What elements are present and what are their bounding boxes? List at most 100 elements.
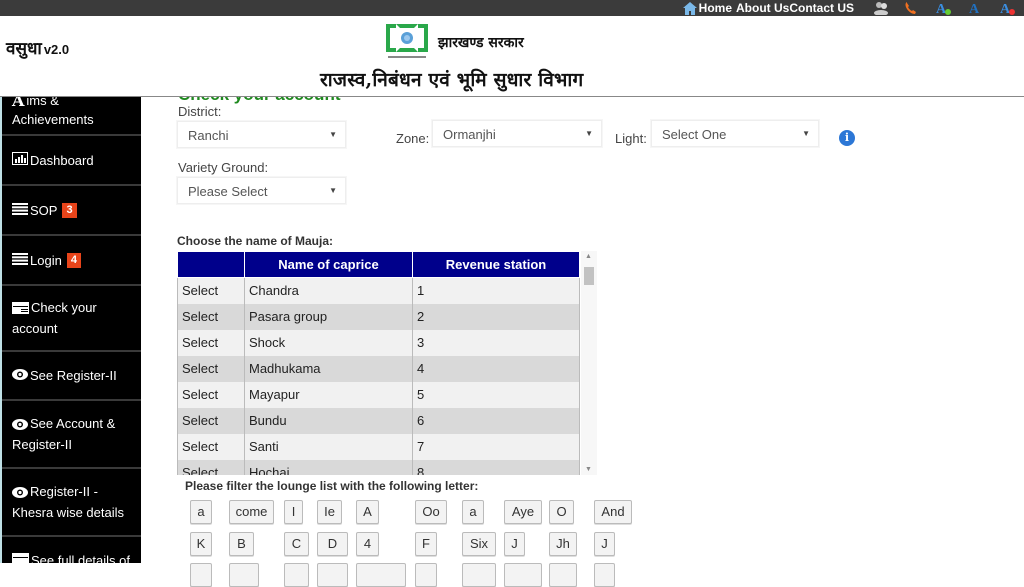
contact-us-link[interactable]: Contact US [789, 1, 854, 15]
users-icon[interactable] [872, 1, 890, 15]
sidebar-item-label: See full details of [31, 551, 130, 563]
column-header-revenue-station: Revenue station [413, 252, 580, 278]
name-cell: Chandra [245, 278, 413, 304]
font-increase-icon[interactable]: A [936, 1, 954, 15]
light-select[interactable]: Select One▼ [651, 120, 819, 147]
select-cell[interactable]: Select [178, 434, 245, 460]
letter-filter-button[interactable] [594, 563, 615, 587]
letter-filter-button[interactable]: Jh [549, 532, 577, 556]
card-icon [12, 551, 29, 563]
sop-count-badge: 3 [62, 203, 76, 218]
name-cell: Bundu [245, 408, 413, 434]
table-row[interactable]: SelectHochai8 [178, 460, 580, 476]
department-title: राजस्व,निबंधन एवं भूमि सुधार विभाग [320, 66, 583, 92]
main-content: Check your account District: Ranchi▼ Zon… [141, 97, 1024, 563]
sidebar-item-check-account[interactable]: Check your account [2, 286, 141, 352]
sidebar: Aims & Achievements Dashboard SOP3 Login… [0, 90, 141, 563]
brand-logo[interactable]: वसुधाv2.0 [6, 36, 69, 59]
variety-ground-label: Variety Ground: [178, 160, 268, 175]
card-icon [12, 300, 29, 319]
name-cell: Shock [245, 330, 413, 356]
letter-filter-button[interactable] [504, 563, 542, 587]
top-bar: Home About Us Contact US A A A [0, 0, 1024, 16]
filter-label: Please filter the lounge list with the f… [185, 479, 478, 493]
variety-ground-select[interactable]: Please Select▼ [177, 177, 346, 204]
sidebar-item-login[interactable]: Login4 [2, 236, 141, 286]
sidebar-item-sop[interactable]: SOP 3 [2, 186, 141, 236]
login-count-badge: 4 [67, 253, 81, 268]
sidebar-item-dashboard[interactable]: Dashboard [2, 136, 141, 186]
table-row[interactable]: SelectPasara group2 [178, 304, 580, 330]
letter-filter-button[interactable] [549, 563, 577, 587]
select-cell[interactable]: Select [178, 330, 245, 356]
letter-filter-button[interactable]: Aye [504, 500, 542, 524]
zone-select[interactable]: Ormanjhi▼ [432, 120, 602, 147]
sidebar-item-see-account-register-ii[interactable]: See Account & Register-II [2, 401, 141, 469]
info-icon[interactable]: i [839, 130, 855, 146]
font-normal-icon[interactable]: A [968, 1, 986, 15]
letter-filter-button[interactable]: 4 [356, 532, 379, 556]
letter-filter-button[interactable]: And [594, 500, 632, 524]
select-cell[interactable]: Select [178, 356, 245, 382]
letter-filter-button[interactable]: Six [462, 532, 496, 556]
scrollbar-thumb[interactable] [584, 267, 594, 285]
select-cell[interactable]: Select [178, 304, 245, 330]
sidebar-item-label: Register-II - Khesra wise details [12, 484, 124, 519]
select-cell[interactable]: Select [178, 460, 245, 476]
letter-filter-button[interactable]: J [504, 532, 525, 556]
phone-icon[interactable] [904, 1, 922, 15]
letter-filter-button[interactable] [229, 563, 259, 587]
letter-filter-button[interactable] [317, 563, 348, 587]
letter-filter-button[interactable]: B [229, 532, 254, 556]
letter-filter-button[interactable]: a [190, 500, 212, 524]
sidebar-item-label: Dashboard [30, 151, 94, 170]
table-row[interactable]: SelectBundu6 [178, 408, 580, 434]
list-icon [12, 251, 28, 270]
table-row[interactable]: SelectMadhukama4 [178, 356, 580, 382]
about-us-link[interactable]: About Us [736, 1, 789, 15]
svg-text:A: A [969, 2, 980, 15]
eye-icon [12, 416, 28, 435]
list-icon [12, 201, 28, 220]
table-row[interactable]: SelectSanti7 [178, 434, 580, 460]
letter-filter-button[interactable]: K [190, 532, 212, 556]
site-header: वसुधाv2.0 झारखण्ड सरकार राजस्व,निबंधन एव… [0, 16, 1024, 97]
district-select[interactable]: Ranchi▼ [177, 121, 346, 148]
table-row[interactable]: SelectMayapur5 [178, 382, 580, 408]
letter-filter-button[interactable]: A [356, 500, 379, 524]
letter-filter-button[interactable]: O [549, 500, 574, 524]
font-decrease-icon[interactable]: A [1000, 1, 1018, 15]
letter-filter-button[interactable]: Ie [317, 500, 342, 524]
letter-filter-button[interactable]: Oo [415, 500, 447, 524]
letter-filter-button[interactable] [462, 563, 496, 587]
home-icon[interactable] [683, 2, 697, 15]
letter-filter-button[interactable]: J [594, 532, 615, 556]
chevron-down-icon: ▼ [802, 129, 810, 138]
table-row[interactable]: SelectChandra1 [178, 278, 580, 304]
letter-filter-button[interactable] [356, 563, 406, 587]
select-cell[interactable]: Select [178, 278, 245, 304]
home-link[interactable]: Home [699, 1, 732, 15]
letter-filter-button[interactable]: C [284, 532, 309, 556]
letter-filter-button[interactable]: D [317, 532, 348, 556]
letter-filter-button[interactable]: come [229, 500, 274, 524]
letter-filter-button[interactable]: I [284, 500, 303, 524]
letter-filter-button[interactable] [415, 563, 437, 587]
chart-icon [12, 151, 28, 170]
sidebar-item-khesra-details[interactable]: Register-II - Khesra wise details [2, 469, 141, 537]
sidebar-item-label: SOP [30, 201, 57, 220]
select-cell[interactable]: Select [178, 408, 245, 434]
letter-filter-button[interactable] [284, 563, 309, 587]
table-header-row: Name of caprice Revenue station [178, 252, 580, 278]
letter-filter-button[interactable]: a [462, 500, 484, 524]
scroll-up-icon[interactable]: ▲ [585, 253, 592, 260]
table-scrollbar[interactable]: ▲ ▼ [581, 251, 597, 475]
letter-filter-button[interactable]: F [415, 532, 437, 556]
scroll-down-icon[interactable]: ▼ [585, 466, 592, 473]
table-row[interactable]: SelectShock3 [178, 330, 580, 356]
select-cell[interactable]: Select [178, 382, 245, 408]
sidebar-item-full-details[interactable]: See full details of [2, 537, 141, 563]
sidebar-item-see-register-ii[interactable]: See Register-II [2, 352, 141, 401]
letter-filter-button[interactable] [190, 563, 212, 587]
revenue-station-cell: 7 [413, 434, 580, 460]
